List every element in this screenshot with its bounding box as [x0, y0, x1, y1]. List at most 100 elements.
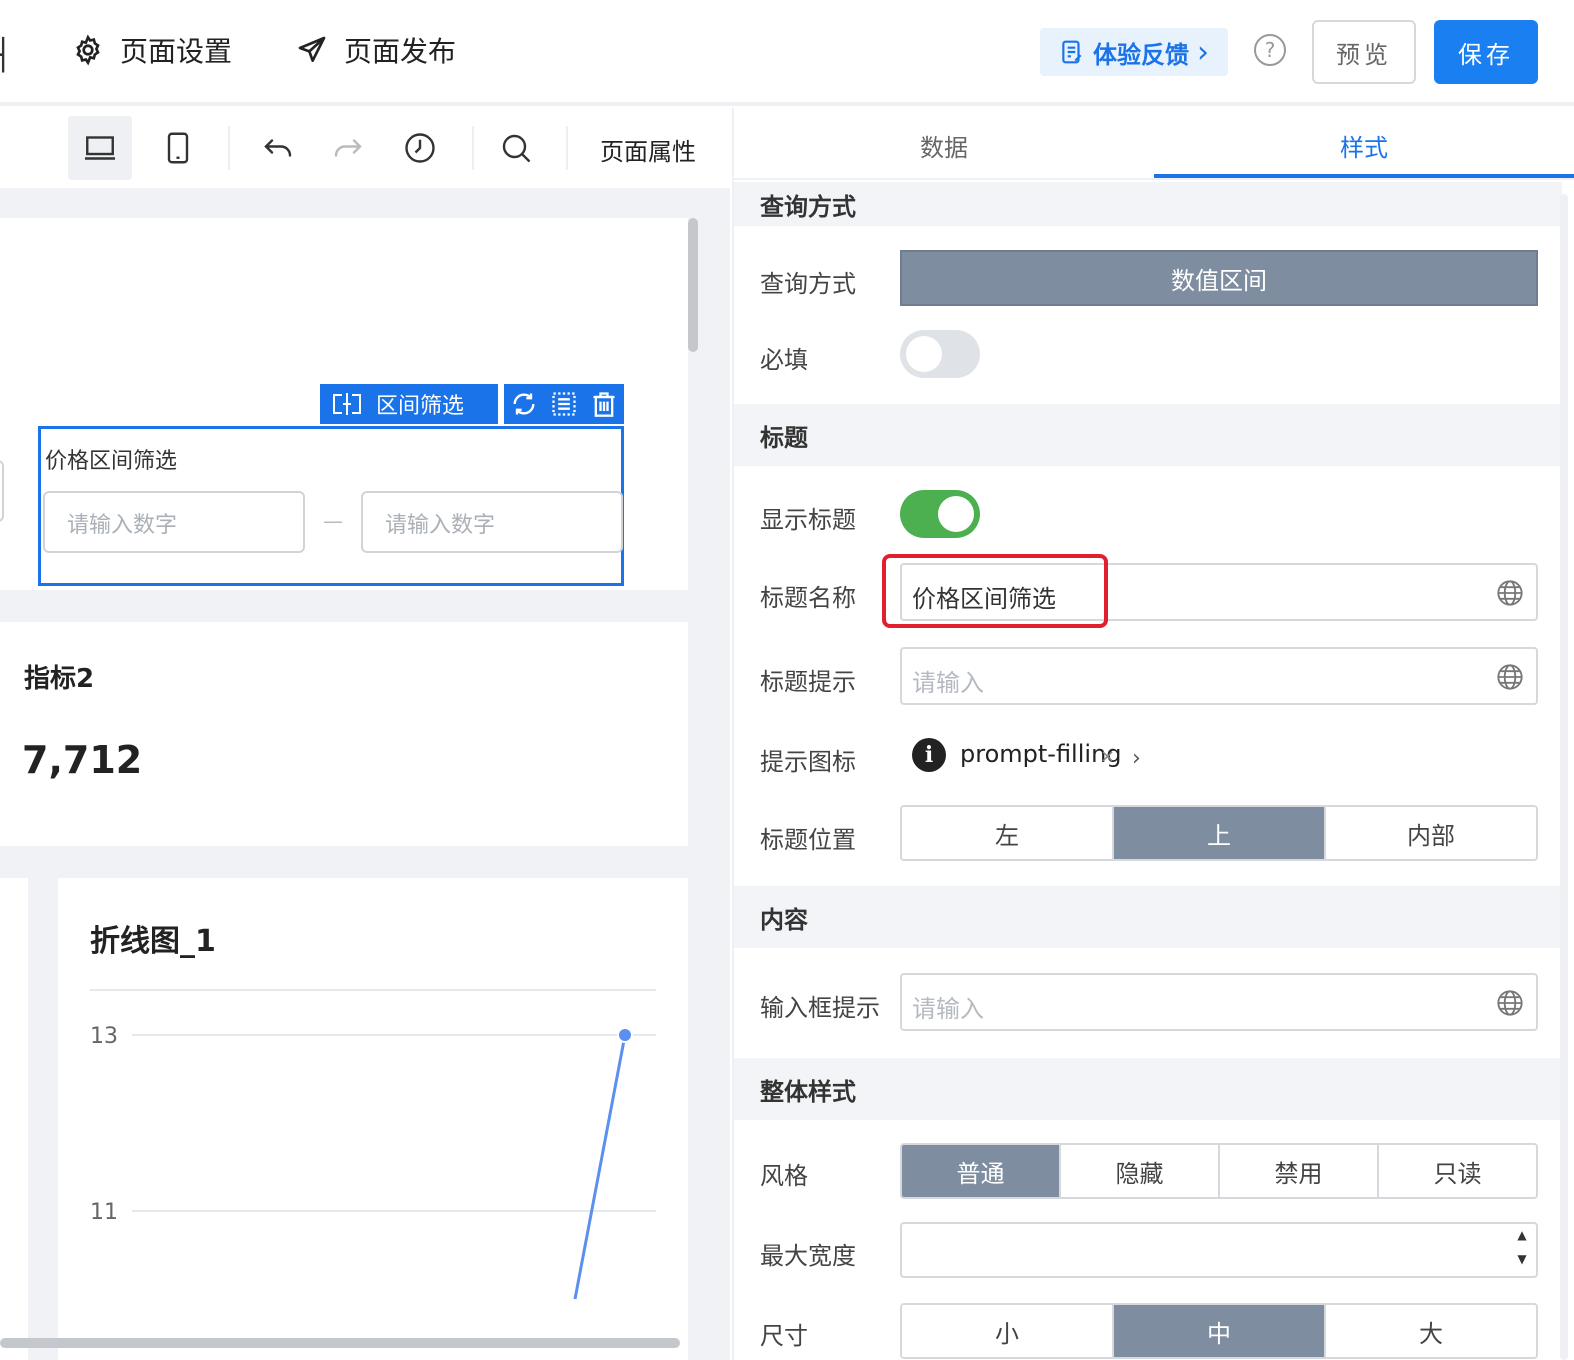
- section-content: 内容: [734, 886, 1562, 948]
- page-properties-button[interactable]: 页面属性: [600, 132, 696, 167]
- show-title-toggle[interactable]: [900, 490, 980, 538]
- partial-input[interactable]: [0, 460, 4, 522]
- redo-icon: [334, 139, 362, 157]
- required-toggle[interactable]: [900, 330, 980, 378]
- input-tip-placeholder: 请输入: [912, 995, 984, 1023]
- mobile-icon: [167, 132, 189, 164]
- style-hidden[interactable]: 隐藏: [1061, 1145, 1220, 1197]
- mobile-view-button[interactable]: [146, 116, 210, 180]
- page-publish-button[interactable]: 页面发布: [296, 30, 456, 70]
- series-line: [573, 1034, 627, 1300]
- history-button[interactable]: [388, 116, 452, 180]
- kpi-card[interactable]: 指标2 7,712: [0, 622, 688, 846]
- y-tick-label: 13: [90, 1024, 118, 1049]
- undo-button[interactable]: [246, 116, 310, 180]
- size-large[interactable]: 大: [1326, 1305, 1536, 1357]
- size-segmented: 小 中 大: [900, 1303, 1538, 1359]
- page-settings-button[interactable]: 页面设置: [72, 30, 232, 70]
- chart-series: [573, 1027, 633, 1300]
- vertical-scrollbar[interactable]: [688, 218, 698, 352]
- refresh-icon[interactable]: [510, 390, 538, 418]
- copy-list-icon[interactable]: [550, 390, 578, 418]
- line-chart-card[interactable]: 折线图_1 13 11: [58, 878, 688, 1360]
- title-position-inside[interactable]: 内部: [1326, 807, 1536, 859]
- undo-icon: [264, 139, 292, 157]
- title-tip-input[interactable]: 请输入: [900, 647, 1538, 705]
- trash-icon[interactable]: [590, 390, 618, 418]
- feedback-doc-icon: [1062, 40, 1082, 64]
- partial-card[interactable]: [0, 878, 28, 1360]
- min-value-input[interactable]: 请输入数字: [43, 491, 305, 553]
- line-chart: 13 11: [90, 989, 656, 1300]
- section-title: 标题: [734, 404, 1562, 466]
- desktop-view-button[interactable]: [68, 116, 132, 180]
- title-position-top[interactable]: 上: [1114, 807, 1326, 859]
- feedback-label: 体验反馈: [1093, 40, 1189, 69]
- filter-card: 区间筛选 价格区间筛选 请输入数字 — 请输入数字: [0, 218, 688, 590]
- section-overall-style: 整体样式: [734, 1058, 1562, 1120]
- tab-data[interactable]: 数据: [734, 128, 1154, 163]
- y-tick-label: 11: [90, 1200, 118, 1225]
- style-disabled[interactable]: 禁用: [1220, 1145, 1379, 1197]
- toolbar-divider: [472, 126, 474, 170]
- page-publish-label: 页面发布: [344, 35, 457, 68]
- laptop-icon: [85, 136, 115, 160]
- close-icon[interactable]: ×: [1100, 746, 1115, 767]
- redo-button[interactable]: [316, 116, 380, 180]
- globe-icon[interactable]: [1496, 989, 1524, 1017]
- title-position-left[interactable]: 左: [902, 807, 1114, 859]
- max-width-input[interactable]: ▲ ▼: [900, 1222, 1538, 1278]
- style-readonly[interactable]: 只读: [1379, 1145, 1536, 1197]
- properties-panel: 数据 样式 查询方式 查询方式 数值区间 必填 标题 显示标题 标题名称 价格区…: [732, 108, 1574, 1360]
- chart-grid: 13 11: [90, 1024, 656, 1225]
- save-button[interactable]: 保存: [1434, 20, 1538, 84]
- highlight-annotation: [882, 554, 1108, 628]
- kpi-value: 7,712: [22, 738, 143, 782]
- tab-style[interactable]: 样式: [1154, 128, 1574, 163]
- toolbar-divider: [566, 126, 568, 170]
- style-segmented: 普通 隐藏 禁用 只读: [900, 1143, 1538, 1199]
- max-value-input[interactable]: 请输入数字: [361, 491, 623, 553]
- preview-button[interactable]: 预览: [1312, 20, 1416, 84]
- query-mode-select[interactable]: 数值区间: [900, 250, 1538, 306]
- globe-icon[interactable]: [1496, 663, 1524, 691]
- size-medium[interactable]: 中: [1114, 1305, 1326, 1357]
- panel-tabs: 数据 样式: [734, 108, 1574, 180]
- active-tab-indicator: [1154, 174, 1574, 178]
- size-small[interactable]: 小: [902, 1305, 1114, 1357]
- chevron-right-icon[interactable]: ›: [1132, 746, 1141, 771]
- title-tip-label: 标题提示: [760, 668, 856, 696]
- input-tip-label: 输入框提示: [760, 994, 880, 1022]
- info-icon: i: [912, 738, 946, 772]
- increment-icon[interactable]: ▲: [1514, 1228, 1530, 1242]
- range-separator: —: [323, 509, 343, 533]
- query-mode-label: 查询方式: [760, 270, 856, 298]
- feedback-button[interactable]: 体验反馈 ›: [1040, 28, 1228, 76]
- component-actions: [504, 384, 624, 424]
- help-icon[interactable]: ?: [1254, 34, 1286, 66]
- clock-icon: [405, 133, 435, 163]
- top-bar: ┤ 页面设置 页面发布 体验反馈 › ? 预览 保存: [0, 0, 1574, 106]
- horizontal-scrollbar[interactable]: [0, 1338, 680, 1348]
- range-filter-icon: [333, 393, 361, 415]
- search-button[interactable]: [484, 116, 548, 180]
- tip-icon-value: prompt-filling: [960, 740, 1122, 768]
- globe-icon[interactable]: [1496, 579, 1524, 607]
- decrement-icon[interactable]: ▼: [1514, 1252, 1530, 1266]
- send-icon: [298, 36, 326, 62]
- show-title-label: 显示标题: [760, 506, 856, 534]
- tip-icon-label: 提示图标: [760, 748, 856, 776]
- canvas-toolbar: 页面属性: [0, 108, 730, 188]
- range-filter-component[interactable]: 价格区间筛选 请输入数字 — 请输入数字: [38, 426, 624, 586]
- title-position-segmented: 左 上 内部: [900, 805, 1538, 861]
- filter-title: 价格区间筛选: [45, 449, 178, 474]
- component-type-tag[interactable]: 区间筛选: [320, 384, 498, 424]
- toggle-knob: [906, 336, 942, 372]
- page-settings-label: 页面设置: [120, 35, 233, 68]
- panel-scrollbar[interactable]: [1560, 194, 1568, 1360]
- style-normal[interactable]: 普通: [902, 1145, 1061, 1197]
- title-name-label: 标题名称: [760, 584, 856, 612]
- input-tip-input[interactable]: 请输入: [900, 973, 1538, 1031]
- section-query: 查询方式: [734, 182, 1562, 226]
- data-point: [617, 1027, 633, 1043]
